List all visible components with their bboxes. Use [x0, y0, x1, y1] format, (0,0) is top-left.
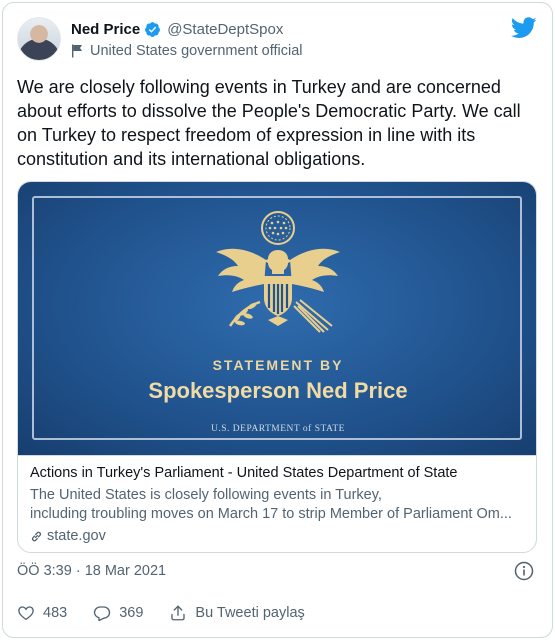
great-seal-logo — [216, 211, 340, 333]
card-description-line: including troubling moves on March 17 to… — [30, 506, 512, 522]
info-icon[interactable] — [514, 561, 534, 581]
share-label: Bu Tweeti paylaş — [195, 605, 305, 621]
card-meta[interactable]: Actions in Turkey's Parliament - United … — [18, 455, 536, 552]
card-domain-text: state.gov — [47, 528, 106, 544]
card-image[interactable]: STATEMENT BY Spokesperson Ned Price U.S.… — [18, 182, 536, 455]
author-name-row: Ned Price @StateDeptSpox — [71, 21, 283, 38]
verified-badge-icon — [145, 22, 161, 37]
government-official-label: United States government official — [90, 43, 303, 59]
flag-icon — [72, 44, 82, 58]
link-preview-card[interactable]: STATEMENT BY Spokesperson Ned Price U.S.… — [17, 181, 537, 553]
heart-icon — [18, 606, 34, 621]
reply-button[interactable]: 369 — [93, 604, 143, 622]
card-title[interactable]: Actions in Turkey's Parliament - United … — [30, 465, 530, 481]
avatar[interactable] — [17, 17, 61, 61]
tweet-timestamp[interactable]: ÖÖ 3:39 · 18 Mar 2021 — [17, 563, 166, 579]
card-description: The United States is closely following e… — [30, 486, 528, 524]
official-label-row: United States government official — [71, 43, 303, 59]
card-description-line: The United States is closely following e… — [30, 487, 382, 503]
card-domain[interactable]: state.gov — [30, 528, 106, 544]
tweet-header: Ned Price @StateDeptSpox United States g… — [17, 15, 537, 65]
twitter-bird-icon[interactable] — [511, 17, 537, 39]
tweet-card[interactable]: Ned Price @StateDeptSpox United States g… — [2, 2, 553, 638]
tweet-text: We are closely following events in Turke… — [17, 77, 521, 169]
card-image-statement-by: STATEMENT BY — [212, 357, 344, 373]
author-handle[interactable]: @StateDeptSpox — [167, 21, 283, 38]
like-button[interactable]: 483 — [17, 604, 67, 622]
card-image-title: Spokesperson Ned Price — [148, 378, 408, 403]
share-icon — [171, 605, 186, 621]
share-button[interactable]: Bu Tweeti paylaş — [169, 604, 305, 622]
link-icon — [31, 531, 42, 541]
like-count: 483 — [43, 605, 68, 621]
reply-count: 369 — [119, 605, 144, 621]
reply-icon — [94, 606, 111, 622]
author-name[interactable]: Ned Price — [71, 21, 140, 38]
tweet-actions: 483 369 Bu Tweeti paylaş — [17, 601, 331, 625]
card-image-department: U.S. DEPARTMENT of STATE — [211, 424, 345, 434]
